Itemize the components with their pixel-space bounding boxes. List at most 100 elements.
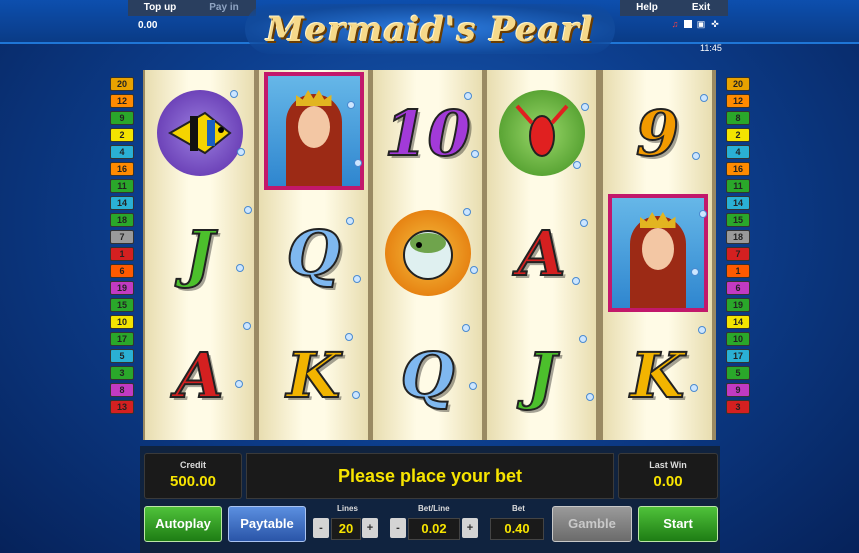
bubble-decoration bbox=[354, 159, 362, 167]
payline-indicator: 15 bbox=[726, 213, 750, 227]
reel-4: A J bbox=[487, 70, 596, 440]
payline-indicator: 1 bbox=[726, 264, 750, 278]
payline-indicator: 8 bbox=[726, 111, 750, 125]
payline-indicator: 4 bbox=[726, 145, 750, 159]
bubble-decoration bbox=[699, 210, 707, 218]
last-win-panel: Last Win 0.00 bbox=[618, 453, 718, 499]
payline-indicator: 14 bbox=[110, 196, 134, 210]
bubble-decoration bbox=[691, 268, 699, 276]
payline-indicator: 9 bbox=[726, 383, 750, 397]
bubble-decoration bbox=[698, 326, 706, 334]
payline-indicator: 12 bbox=[110, 94, 134, 108]
payline-indicator: 17 bbox=[110, 332, 134, 346]
payline-indicator: 16 bbox=[110, 162, 134, 176]
payline-indicator: 11 bbox=[110, 179, 134, 193]
payline-indicator: 10 bbox=[726, 332, 750, 346]
symbol-lobster bbox=[491, 74, 592, 192]
bubble-decoration bbox=[346, 217, 354, 225]
payline-indicator: 5 bbox=[726, 366, 750, 380]
music-icon[interactable]: ♫ bbox=[670, 19, 680, 29]
control-panel: Credit 500.00 Please place your bet Last… bbox=[140, 446, 720, 553]
autoplay-button[interactable]: Autoplay bbox=[144, 506, 222, 542]
symbol-9: 9 bbox=[635, 96, 680, 171]
top-bar: Top up Pay in 0.00 Mermaid's Pearl Help … bbox=[0, 0, 859, 54]
logo-text: Mermaid's Pearl bbox=[266, 10, 594, 50]
bet-line-label: Bet/Line bbox=[418, 504, 450, 513]
bet-line-decrease-button[interactable]: - bbox=[390, 518, 406, 538]
symbol-q: Q bbox=[399, 338, 455, 413]
payline-indicator: 16 bbox=[726, 162, 750, 176]
bubble-decoration bbox=[352, 391, 360, 399]
bubble-decoration bbox=[235, 380, 243, 388]
reel-1: J A bbox=[145, 70, 254, 440]
lines-increase-button[interactable]: + bbox=[362, 518, 378, 538]
bubble-decoration bbox=[690, 384, 698, 392]
exit-button[interactable]: Exit bbox=[674, 0, 728, 16]
bet-line-value: 0.02 bbox=[408, 518, 460, 540]
lobster-icon bbox=[515, 104, 568, 157]
bet-line-increase-button[interactable]: + bbox=[462, 518, 478, 538]
payline-indicator: 6 bbox=[726, 281, 750, 295]
payline-indicator: 4 bbox=[110, 145, 134, 159]
payline-indicator: 1 bbox=[110, 247, 134, 261]
payline-indicator: 8 bbox=[110, 383, 134, 397]
bubble-decoration bbox=[581, 103, 589, 111]
bubble-decoration bbox=[586, 393, 594, 401]
lines-value: 20 bbox=[331, 518, 361, 540]
payline-indicator: 17 bbox=[726, 349, 750, 363]
reel-2: Q K bbox=[259, 70, 368, 440]
clock: 11:45 bbox=[700, 43, 722, 53]
stop-icon[interactable] bbox=[684, 20, 692, 28]
bet-label: Bet bbox=[512, 504, 525, 513]
gamble-button[interactable]: Gamble bbox=[552, 506, 632, 542]
symbol-q: Q bbox=[285, 216, 341, 291]
last-win-label: Last Win bbox=[649, 460, 687, 470]
reel-3: 10 Q bbox=[373, 70, 482, 440]
bubble-decoration bbox=[573, 161, 581, 169]
payline-indicator: 3 bbox=[726, 400, 750, 414]
bubble-decoration bbox=[345, 333, 353, 341]
payline-indicator: 14 bbox=[726, 196, 750, 210]
symbol-j: J bbox=[184, 216, 215, 291]
bubble-decoration bbox=[347, 101, 355, 109]
payline-indicator: 10 bbox=[110, 315, 134, 329]
bubble-decoration bbox=[470, 266, 478, 274]
symbol-a: A bbox=[174, 338, 224, 413]
payline-indicator: 2 bbox=[726, 128, 750, 142]
bet-value: 0.40 bbox=[490, 518, 544, 540]
payline-indicator: 5 bbox=[110, 349, 134, 363]
payline-indicator: 19 bbox=[110, 281, 134, 295]
payline-indicator: 15 bbox=[110, 298, 134, 312]
payline-indicator: 14 bbox=[726, 315, 750, 329]
bubble-decoration bbox=[464, 92, 472, 100]
bubble-decoration bbox=[692, 152, 700, 160]
start-button[interactable]: Start bbox=[638, 506, 718, 542]
payline-indicator: 20 bbox=[726, 77, 750, 91]
bubble-decoration bbox=[230, 90, 238, 98]
bubble-decoration bbox=[579, 335, 587, 343]
account-menu: Top up Pay in bbox=[128, 0, 256, 16]
payline-indicator: 18 bbox=[726, 230, 750, 244]
help-button[interactable]: Help bbox=[620, 0, 674, 16]
bubble-decoration bbox=[572, 277, 580, 285]
top-up-button[interactable]: Top up bbox=[128, 0, 192, 16]
symbol-j: J bbox=[526, 338, 557, 413]
paytable-button[interactable]: Paytable bbox=[228, 506, 306, 542]
lines-decrease-button[interactable]: - bbox=[313, 518, 329, 538]
payline-indicators-left: 20 12 9 2 4 16 11 14 18 7 1 6 19 15 10 17 5 3 8 13 bbox=[110, 77, 134, 414]
fullscreen-icon[interactable]: ▣ bbox=[696, 19, 706, 29]
payline-indicator: 11 bbox=[726, 179, 750, 193]
symbol-a: A bbox=[516, 216, 566, 291]
last-win-value: 0.00 bbox=[653, 473, 683, 490]
payline-indicator: 2 bbox=[110, 128, 134, 142]
settings-icons: ♫ ▣ ✜ bbox=[670, 19, 720, 29]
expand-icon[interactable]: ✜ bbox=[710, 19, 720, 29]
payline-indicator: 9 bbox=[110, 111, 134, 125]
bubble-decoration bbox=[463, 208, 471, 216]
bubble-decoration bbox=[244, 206, 252, 214]
payline-indicator: 12 bbox=[726, 94, 750, 108]
game-logo: Mermaid's Pearl bbox=[245, 4, 615, 54]
bubble-decoration bbox=[243, 322, 251, 330]
help-exit-menu: Help Exit bbox=[620, 0, 728, 16]
payline-indicator: 7 bbox=[726, 247, 750, 261]
